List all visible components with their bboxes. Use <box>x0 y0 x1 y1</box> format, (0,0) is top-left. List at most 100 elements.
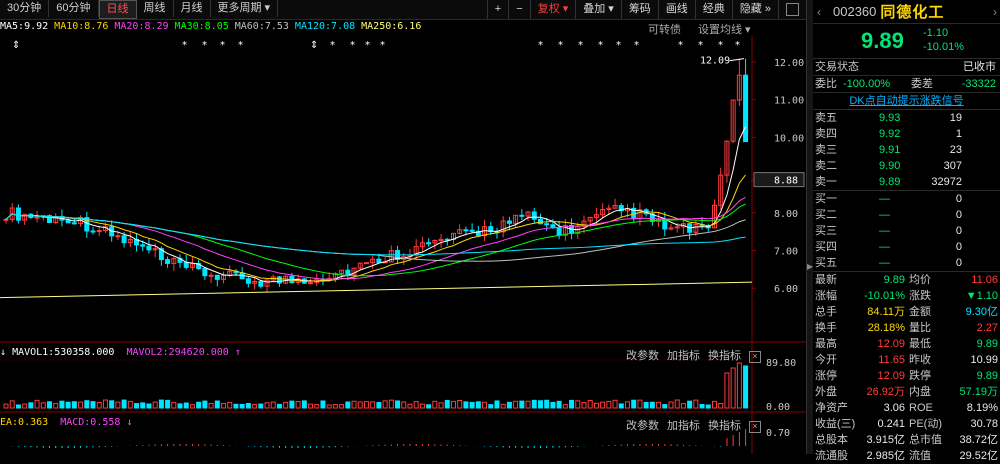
quote-key: 最新 <box>815 274 837 286</box>
candle-body <box>537 218 543 225</box>
ma-line-5 <box>5 126 747 283</box>
buy-book: 买一 —0 买二 —0 买三 —0 买四 —0 买五 —0 <box>813 191 1000 272</box>
candle-body <box>345 269 351 276</box>
candle-body <box>71 222 77 225</box>
ma-settings-link[interactable]: 设置均线 ▾ <box>698 21 751 37</box>
weicha-value: -33322 <box>961 78 996 90</box>
buy-row[interactable]: 买五 —0 <box>813 255 1000 271</box>
sell-row[interactable]: 卖一 9.89 32972 <box>813 174 1000 190</box>
volume-bar <box>618 403 624 409</box>
sell-row[interactable]: 卖四 9.92 1 <box>813 126 1000 142</box>
vol-axis-label: 89.80 <box>766 358 796 369</box>
volume-bar <box>575 400 581 409</box>
classic-button[interactable]: 经典 <box>694 0 732 19</box>
buy-level-label: 买一 <box>815 193 837 205</box>
event-star-icon: * <box>538 40 543 51</box>
quote-row: 净资产 3.06 ROE 8.19% <box>813 400 1000 416</box>
buy-row[interactable]: 买一 —0 <box>813 191 1000 207</box>
volume-bar <box>562 404 568 409</box>
quote-value: 9.30亿 <box>965 306 998 318</box>
vol-switch-indicator[interactable]: 换指标 <box>708 350 741 362</box>
macd-label: MACD:0.558 <box>60 417 121 428</box>
candle-body <box>531 211 537 220</box>
dk-signal-link[interactable]: DK点自动提示涨跌信号 <box>813 93 1000 110</box>
event-star-icon: * <box>380 40 385 51</box>
fuquan-button[interactable]: 复权 ▾ <box>529 0 576 19</box>
vol-close-icon[interactable]: × <box>749 351 761 363</box>
volume-bar <box>165 399 171 409</box>
quote-key: 流通股 <box>815 450 848 462</box>
volume-bar <box>556 400 562 409</box>
candle-body <box>165 259 171 264</box>
volume-bar <box>189 404 195 409</box>
volume-bar <box>121 399 127 409</box>
volume-bar <box>183 402 189 409</box>
quote-row: 涨停 12.09 跌停 9.89 <box>813 368 1000 384</box>
volume-bar <box>544 399 550 409</box>
period-tab-1[interactable]: 60分钟 <box>49 0 99 17</box>
volume-bar <box>656 401 662 409</box>
candle-body <box>34 216 40 219</box>
buy-row[interactable]: 买二 —0 <box>813 207 1000 223</box>
volume-bar <box>550 401 556 409</box>
vol-add-indicator[interactable]: 加指标 <box>667 350 700 362</box>
volume-bar <box>724 372 730 409</box>
sell-level-label: 卖五 <box>815 112 837 124</box>
volume-bar <box>171 401 177 409</box>
volume-bar <box>71 401 77 409</box>
period-tab-5[interactable]: 更多周期 ▾ <box>211 0 279 17</box>
volume-bar <box>637 399 643 409</box>
volume-bar <box>84 400 90 409</box>
volume-bar <box>569 399 575 409</box>
volume-bar <box>463 401 469 409</box>
volume-bar <box>687 400 693 409</box>
volume-bar <box>339 404 345 409</box>
volume-bar <box>525 400 531 409</box>
quote-row: 今开 11.65 昨收 10.99 <box>813 352 1000 368</box>
quote-value: 57.19万 <box>959 386 998 398</box>
volume-bar <box>208 402 214 409</box>
overlay-button[interactable]: 叠加 ▾ <box>575 0 621 19</box>
volume-bar <box>593 402 599 409</box>
chips-button[interactable]: 筹码 <box>620 0 658 19</box>
candle-body <box>519 214 525 217</box>
sell-row[interactable]: 卖三 9.91 23 <box>813 142 1000 158</box>
hide-button[interactable]: 隐藏 » <box>731 0 778 19</box>
buy-row[interactable]: 买三 —0 <box>813 223 1000 239</box>
window-toggle[interactable] <box>778 0 806 19</box>
quote-key: 涨跌 <box>909 290 931 302</box>
next-stock-icon[interactable]: › <box>993 5 997 19</box>
volume-bar <box>363 401 369 409</box>
period-tab-2[interactable]: 日线 <box>98 0 137 19</box>
volume-bar <box>221 403 227 409</box>
period-tab-0[interactable]: 30分钟 <box>0 0 50 17</box>
macd-add-indicator[interactable]: 加指标 <box>667 420 700 432</box>
quote-row: 换手 28.18% 量比 2.27 <box>813 320 1000 336</box>
zoom-in-button[interactable]: + <box>486 0 508 19</box>
period-tab-4[interactable]: 月线 <box>174 0 211 17</box>
macd-close-icon[interactable]: × <box>749 421 761 433</box>
zoom-out-button[interactable]: − <box>508 0 529 19</box>
candle-body <box>674 226 680 229</box>
sell-book: 卖五 9.93 19 卖四 9.92 1 卖三 9.91 23 卖二 9.90 307 卖一 9.89 32… <box>813 110 1000 191</box>
volume-bar <box>214 400 220 409</box>
quote-value: 29.52亿 <box>959 450 998 462</box>
sell-row[interactable]: 卖二 9.90 307 <box>813 158 1000 174</box>
prev-stock-icon[interactable]: ‹ <box>817 5 821 19</box>
candle-body <box>662 218 668 230</box>
convertible-bond-link[interactable]: 可转债 <box>648 21 681 37</box>
quote-row: 最新 9.89 均价 11.06 <box>813 272 1000 288</box>
volume-bar <box>3 403 9 409</box>
period-tab-3[interactable]: 周线 <box>137 0 174 17</box>
macd-edit-params[interactable]: 改参数 <box>626 420 659 432</box>
volume-bar <box>407 403 413 409</box>
buy-level-label: 买三 <box>815 225 837 237</box>
event-star-icon: * <box>350 40 355 51</box>
sell-row[interactable]: 卖五 9.93 19 <box>813 110 1000 126</box>
macd-switch-indicator[interactable]: 换指标 <box>708 420 741 432</box>
draw-line-button[interactable]: 画线 <box>657 0 695 19</box>
quote-value: 3.915亿 <box>866 434 905 446</box>
buy-row[interactable]: 买四 —0 <box>813 239 1000 255</box>
vol-edit-params[interactable]: 改参数 <box>626 350 659 362</box>
candlestick-chart[interactable]: ⇕ * * * * ⇕ * * * * * * * * * * * * * * 12.00 11.00 10.00 8.88 8… <box>0 36 806 454</box>
